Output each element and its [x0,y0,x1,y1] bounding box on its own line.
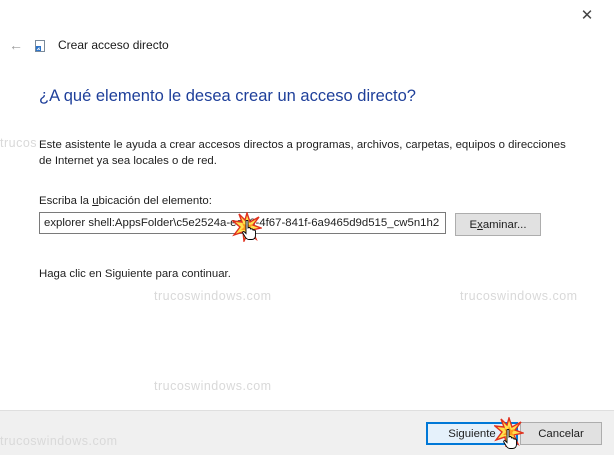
location-label-text: Escriba la [39,195,93,207]
location-label-text: bicación del elemento: [98,195,212,207]
watermark-text: trucoswindows.com [460,289,578,303]
wizard-title: Crear acceso directo [58,38,169,52]
watermark-text: trucoswindows.com [154,289,272,303]
close-button[interactable]: ✕ [574,4,600,26]
browse-label: aminar... [482,218,527,231]
browse-label: E [469,218,478,231]
cancel-button-label: Cancelar [538,427,584,440]
description-text: Este asistente le ayuda a crear accesos … [39,139,566,167]
continue-instruction: Haga clic en Siguiente para continuar. [39,268,231,280]
shortcut-icon [35,40,45,52]
next-button-label: Siguiente [448,427,496,440]
browse-button[interactable]: Ex aminar... [455,213,541,236]
page-heading: ¿A qué elemento le desea crear un acceso… [39,87,416,105]
watermark-text: trucoswindows.com [154,379,272,393]
location-label: Escriba la ubicación del elemento: [39,195,212,207]
cancel-button[interactable]: Cancelar [520,422,602,445]
close-icon: ✕ [580,7,594,24]
next-button[interactable]: Siguiente [426,422,518,445]
back-arrow-icon: ← [9,37,23,53]
back-button[interactable]: ← [6,35,26,55]
watermark-text: trucos [0,136,38,150]
location-input[interactable] [39,212,446,234]
